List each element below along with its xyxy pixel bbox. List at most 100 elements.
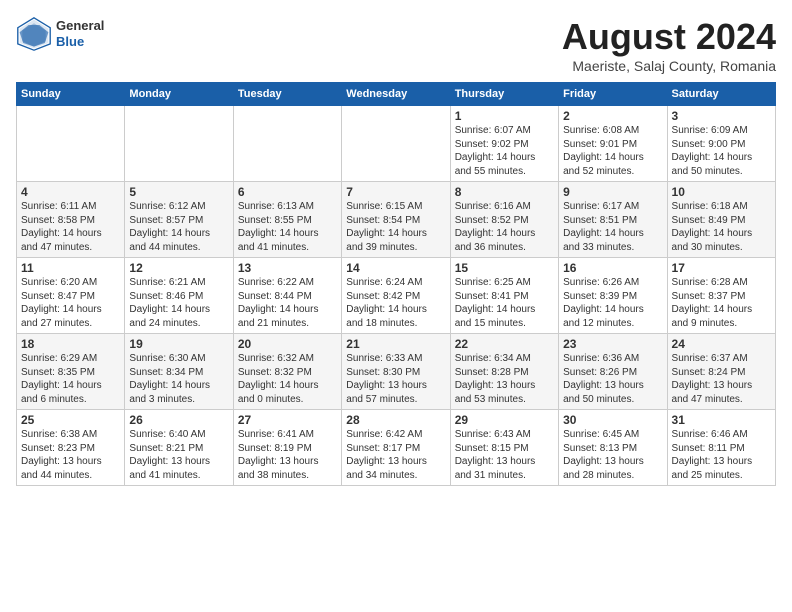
day-number: 22 bbox=[455, 337, 554, 351]
calendar-cell: 28Sunrise: 6:42 AM Sunset: 8:17 PM Dayli… bbox=[342, 410, 450, 486]
calendar-cell: 14Sunrise: 6:24 AM Sunset: 8:42 PM Dayli… bbox=[342, 258, 450, 334]
calendar-cell: 30Sunrise: 6:45 AM Sunset: 8:13 PM Dayli… bbox=[559, 410, 667, 486]
day-content: Sunrise: 6:11 AM Sunset: 8:58 PM Dayligh… bbox=[21, 200, 120, 254]
day-content: Sunrise: 6:36 AM Sunset: 8:26 PM Dayligh… bbox=[563, 352, 662, 406]
day-content: Sunrise: 6:16 AM Sunset: 8:52 PM Dayligh… bbox=[455, 200, 554, 254]
day-content: Sunrise: 6:33 AM Sunset: 8:30 PM Dayligh… bbox=[346, 352, 445, 406]
day-content: Sunrise: 6:21 AM Sunset: 8:46 PM Dayligh… bbox=[129, 276, 228, 330]
calendar-cell: 4Sunrise: 6:11 AM Sunset: 8:58 PM Daylig… bbox=[17, 182, 125, 258]
calendar-cell bbox=[17, 106, 125, 182]
header-day-thursday: Thursday bbox=[450, 83, 558, 106]
calendar-cell: 17Sunrise: 6:28 AM Sunset: 8:37 PM Dayli… bbox=[667, 258, 775, 334]
day-number: 5 bbox=[129, 185, 228, 199]
calendar-cell: 7Sunrise: 6:15 AM Sunset: 8:54 PM Daylig… bbox=[342, 182, 450, 258]
calendar-table: SundayMondayTuesdayWednesdayThursdayFrid… bbox=[16, 82, 776, 486]
calendar-cell bbox=[125, 106, 233, 182]
day-number: 9 bbox=[563, 185, 662, 199]
day-content: Sunrise: 6:45 AM Sunset: 8:13 PM Dayligh… bbox=[563, 428, 662, 482]
day-number: 26 bbox=[129, 413, 228, 427]
day-content: Sunrise: 6:17 AM Sunset: 8:51 PM Dayligh… bbox=[563, 200, 662, 254]
logo-text: General Blue bbox=[56, 18, 104, 49]
day-number: 24 bbox=[672, 337, 771, 351]
calendar-cell: 3Sunrise: 6:09 AM Sunset: 9:00 PM Daylig… bbox=[667, 106, 775, 182]
calendar-cell: 31Sunrise: 6:46 AM Sunset: 8:11 PM Dayli… bbox=[667, 410, 775, 486]
header-day-wednesday: Wednesday bbox=[342, 83, 450, 106]
day-content: Sunrise: 6:46 AM Sunset: 8:11 PM Dayligh… bbox=[672, 428, 771, 482]
calendar-cell: 26Sunrise: 6:40 AM Sunset: 8:21 PM Dayli… bbox=[125, 410, 233, 486]
day-content: Sunrise: 6:30 AM Sunset: 8:34 PM Dayligh… bbox=[129, 352, 228, 406]
month-year-title: August 2024 bbox=[562, 16, 776, 58]
day-number: 19 bbox=[129, 337, 228, 351]
day-content: Sunrise: 6:42 AM Sunset: 8:17 PM Dayligh… bbox=[346, 428, 445, 482]
calendar-cell: 10Sunrise: 6:18 AM Sunset: 8:49 PM Dayli… bbox=[667, 182, 775, 258]
day-content: Sunrise: 6:41 AM Sunset: 8:19 PM Dayligh… bbox=[238, 428, 337, 482]
day-number: 15 bbox=[455, 261, 554, 275]
day-number: 12 bbox=[129, 261, 228, 275]
calendar-cell bbox=[233, 106, 341, 182]
day-content: Sunrise: 6:13 AM Sunset: 8:55 PM Dayligh… bbox=[238, 200, 337, 254]
title-block: August 2024 Maeriste, Salaj County, Roma… bbox=[562, 16, 776, 74]
day-content: Sunrise: 6:25 AM Sunset: 8:41 PM Dayligh… bbox=[455, 276, 554, 330]
day-content: Sunrise: 6:24 AM Sunset: 8:42 PM Dayligh… bbox=[346, 276, 445, 330]
calendar-cell: 5Sunrise: 6:12 AM Sunset: 8:57 PM Daylig… bbox=[125, 182, 233, 258]
day-number: 27 bbox=[238, 413, 337, 427]
page-header: General Blue August 2024 Maeriste, Salaj… bbox=[16, 16, 776, 74]
day-number: 10 bbox=[672, 185, 771, 199]
day-number: 20 bbox=[238, 337, 337, 351]
header-day-saturday: Saturday bbox=[667, 83, 775, 106]
day-content: Sunrise: 6:34 AM Sunset: 8:28 PM Dayligh… bbox=[455, 352, 554, 406]
calendar-cell: 11Sunrise: 6:20 AM Sunset: 8:47 PM Dayli… bbox=[17, 258, 125, 334]
header-day-tuesday: Tuesday bbox=[233, 83, 341, 106]
calendar-week-1: 1Sunrise: 6:07 AM Sunset: 9:02 PM Daylig… bbox=[17, 106, 776, 182]
day-number: 2 bbox=[563, 109, 662, 123]
calendar-cell bbox=[342, 106, 450, 182]
day-number: 29 bbox=[455, 413, 554, 427]
day-number: 11 bbox=[21, 261, 120, 275]
logo: General Blue bbox=[16, 16, 104, 52]
calendar-cell: 27Sunrise: 6:41 AM Sunset: 8:19 PM Dayli… bbox=[233, 410, 341, 486]
day-content: Sunrise: 6:40 AM Sunset: 8:21 PM Dayligh… bbox=[129, 428, 228, 482]
calendar-cell: 6Sunrise: 6:13 AM Sunset: 8:55 PM Daylig… bbox=[233, 182, 341, 258]
calendar-cell: 22Sunrise: 6:34 AM Sunset: 8:28 PM Dayli… bbox=[450, 334, 558, 410]
day-number: 25 bbox=[21, 413, 120, 427]
header-day-monday: Monday bbox=[125, 83, 233, 106]
location-subtitle: Maeriste, Salaj County, Romania bbox=[562, 58, 776, 74]
calendar-cell: 23Sunrise: 6:36 AM Sunset: 8:26 PM Dayli… bbox=[559, 334, 667, 410]
logo-icon bbox=[16, 16, 52, 52]
day-content: Sunrise: 6:32 AM Sunset: 8:32 PM Dayligh… bbox=[238, 352, 337, 406]
calendar-cell: 18Sunrise: 6:29 AM Sunset: 8:35 PM Dayli… bbox=[17, 334, 125, 410]
day-content: Sunrise: 6:22 AM Sunset: 8:44 PM Dayligh… bbox=[238, 276, 337, 330]
calendar-cell: 8Sunrise: 6:16 AM Sunset: 8:52 PM Daylig… bbox=[450, 182, 558, 258]
calendar-header: SundayMondayTuesdayWednesdayThursdayFrid… bbox=[17, 83, 776, 106]
day-content: Sunrise: 6:07 AM Sunset: 9:02 PM Dayligh… bbox=[455, 124, 554, 178]
header-day-friday: Friday bbox=[559, 83, 667, 106]
day-number: 30 bbox=[563, 413, 662, 427]
day-content: Sunrise: 6:43 AM Sunset: 8:15 PM Dayligh… bbox=[455, 428, 554, 482]
calendar-cell: 20Sunrise: 6:32 AM Sunset: 8:32 PM Dayli… bbox=[233, 334, 341, 410]
day-number: 4 bbox=[21, 185, 120, 199]
day-number: 14 bbox=[346, 261, 445, 275]
day-content: Sunrise: 6:09 AM Sunset: 9:00 PM Dayligh… bbox=[672, 124, 771, 178]
day-content: Sunrise: 6:38 AM Sunset: 8:23 PM Dayligh… bbox=[21, 428, 120, 482]
header-row: SundayMondayTuesdayWednesdayThursdayFrid… bbox=[17, 83, 776, 106]
header-day-sunday: Sunday bbox=[17, 83, 125, 106]
calendar-cell: 19Sunrise: 6:30 AM Sunset: 8:34 PM Dayli… bbox=[125, 334, 233, 410]
day-number: 31 bbox=[672, 413, 771, 427]
calendar-cell: 2Sunrise: 6:08 AM Sunset: 9:01 PM Daylig… bbox=[559, 106, 667, 182]
day-number: 7 bbox=[346, 185, 445, 199]
day-content: Sunrise: 6:26 AM Sunset: 8:39 PM Dayligh… bbox=[563, 276, 662, 330]
day-content: Sunrise: 6:08 AM Sunset: 9:01 PM Dayligh… bbox=[563, 124, 662, 178]
day-number: 18 bbox=[21, 337, 120, 351]
calendar-cell: 25Sunrise: 6:38 AM Sunset: 8:23 PM Dayli… bbox=[17, 410, 125, 486]
day-content: Sunrise: 6:28 AM Sunset: 8:37 PM Dayligh… bbox=[672, 276, 771, 330]
calendar-cell: 21Sunrise: 6:33 AM Sunset: 8:30 PM Dayli… bbox=[342, 334, 450, 410]
calendar-body: 1Sunrise: 6:07 AM Sunset: 9:02 PM Daylig… bbox=[17, 106, 776, 486]
day-number: 1 bbox=[455, 109, 554, 123]
day-number: 3 bbox=[672, 109, 771, 123]
day-number: 28 bbox=[346, 413, 445, 427]
calendar-week-3: 11Sunrise: 6:20 AM Sunset: 8:47 PM Dayli… bbox=[17, 258, 776, 334]
calendar-cell: 16Sunrise: 6:26 AM Sunset: 8:39 PM Dayli… bbox=[559, 258, 667, 334]
calendar-week-5: 25Sunrise: 6:38 AM Sunset: 8:23 PM Dayli… bbox=[17, 410, 776, 486]
day-number: 8 bbox=[455, 185, 554, 199]
logo-general-text: General bbox=[56, 18, 104, 34]
